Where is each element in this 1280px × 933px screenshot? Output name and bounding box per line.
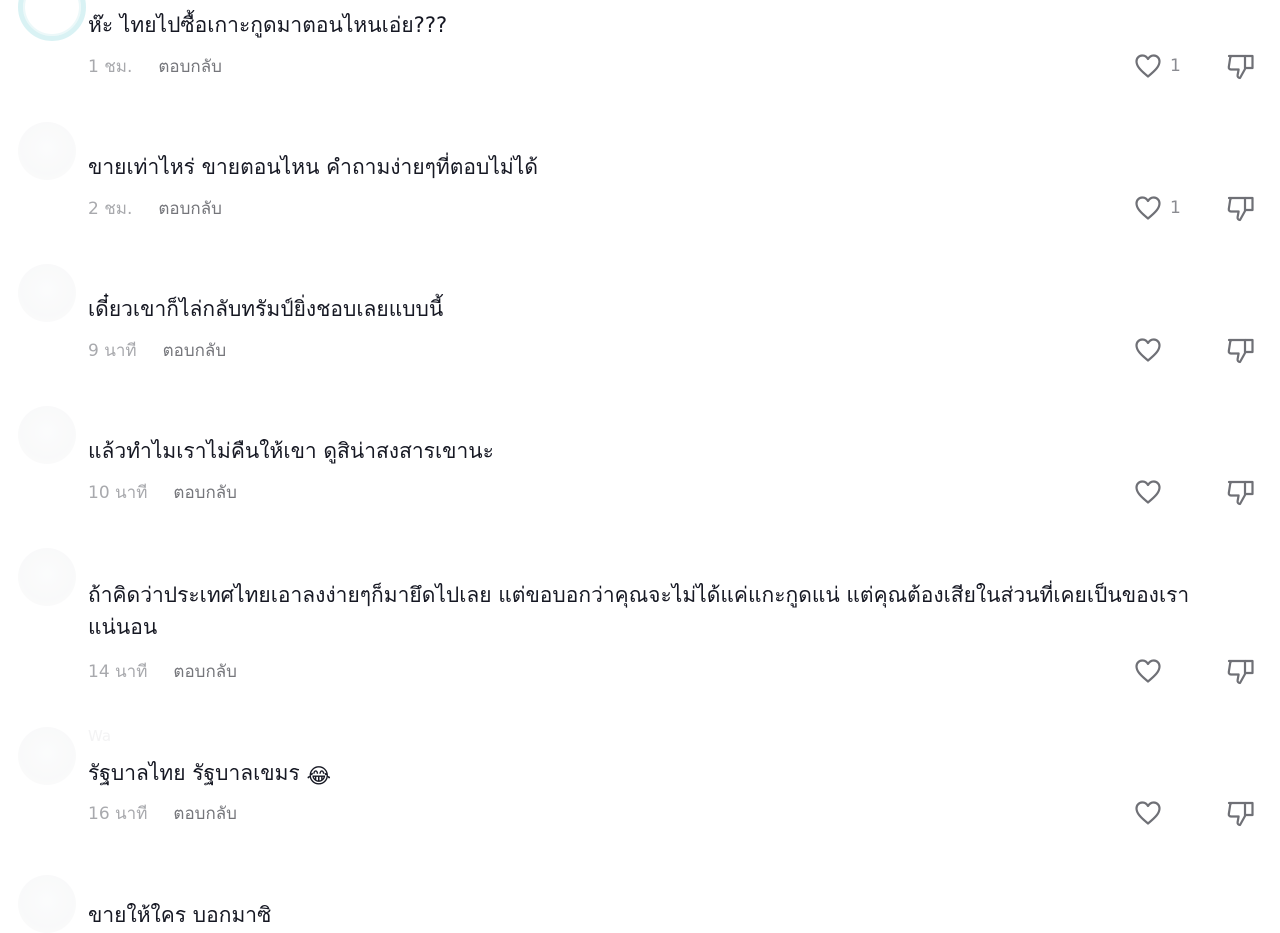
comment-meta: 14 นาที ตอบกลับ [88, 657, 237, 685]
comment-meta: 10 นาที ตอบกลับ [88, 478, 237, 506]
comment-text: ขายให้ใคร บอกมาซิ [88, 903, 272, 927]
comment-text: ขายเท่าไหร่ ขายตอนไหน คำถามง่ายๆที่ตอบไม… [88, 155, 538, 179]
reply-button[interactable]: ตอบกลับ [158, 53, 222, 80]
comment-text: แล้วทำไมเราไม่คืนให้เขา ดูสิน่าสงสารเขาน… [88, 439, 494, 463]
comment-time: 16 นาที [88, 803, 148, 824]
heart-outline-icon [1135, 801, 1161, 825]
avatar[interactable] [18, 264, 76, 322]
comment-text: เดี๋ยวเขาก็ไล่กลับทรัมป์ยิ่งชอบเลยแบบนี้ [88, 297, 444, 321]
heart-outline-icon [1135, 480, 1161, 504]
comment-username[interactable]: Wa [88, 727, 111, 745]
dislike-button[interactable] [1226, 477, 1256, 507]
like-button[interactable] [1134, 657, 1170, 685]
thumbs-down-icon [1227, 54, 1254, 80]
heart-outline-icon [1135, 338, 1161, 362]
dislike-button[interactable] [1226, 51, 1256, 81]
comment-list: ห๊ะ ไทยไปซื้อเกาะกูดมาตอนไหนเอ่ย??? 1 ชม… [0, 0, 1280, 933]
reply-button[interactable]: ตอบกลับ [173, 479, 237, 506]
avatar[interactable] [18, 406, 76, 464]
like-count: 1 [1170, 56, 1181, 76]
like-count: 1 [1170, 198, 1181, 218]
dislike-button[interactable] [1226, 193, 1256, 223]
like-button[interactable] [1134, 799, 1170, 827]
comment-time: 1 ชม. [88, 56, 133, 77]
avatar[interactable] [18, 122, 76, 180]
avatar[interactable] [18, 727, 76, 785]
laughing-emoji-icon: 😂 [306, 764, 331, 788]
comment-text: ถ้าคิดว่าประเทศไทยเอาลงง่ายๆก็มายึดไปเลย… [88, 583, 1190, 639]
thumbs-down-icon [1227, 338, 1254, 364]
comment-text: รัฐบาลไทย รัฐบาลเขมร 😂 [88, 757, 1260, 792]
like-button[interactable]: 1 [1134, 194, 1181, 222]
thumbs-down-icon [1227, 659, 1254, 685]
avatar[interactable] [18, 0, 86, 41]
heart-outline-icon [1135, 54, 1161, 78]
comment-text-content: รัฐบาลไทย รัฐบาลเขมร [88, 761, 300, 785]
comment-meta: 9 นาที ตอบกลับ [88, 336, 226, 364]
reply-button[interactable]: ตอบกลับ [173, 658, 237, 685]
comment-meta: 1 ชม. ตอบกลับ [88, 52, 222, 80]
comment-time: 10 นาที [88, 482, 148, 503]
like-button[interactable] [1134, 336, 1170, 364]
thumbs-down-icon [1227, 196, 1254, 222]
like-button[interactable]: 1 [1134, 52, 1181, 80]
thumbs-down-icon [1227, 480, 1254, 506]
dislike-button[interactable] [1226, 335, 1256, 365]
reply-button[interactable]: ตอบกลับ [173, 800, 237, 827]
dislike-button[interactable] [1226, 798, 1256, 828]
like-button[interactable] [1134, 478, 1170, 506]
thumbs-down-icon [1227, 801, 1254, 827]
comment-meta: 2 ชม. ตอบกลับ [88, 194, 222, 222]
reply-button[interactable]: ตอบกลับ [158, 195, 222, 222]
heart-outline-icon [1135, 196, 1161, 220]
avatar[interactable] [18, 548, 76, 606]
avatar[interactable] [18, 875, 76, 933]
heart-outline-icon [1135, 659, 1161, 683]
comment-text: ห๊ะ ไทยไปซื้อเกาะกูดมาตอนไหนเอ่ย??? [88, 13, 448, 37]
comment-time: 9 นาที [88, 340, 137, 361]
comment-time: 14 นาที [88, 661, 148, 682]
dislike-button[interactable] [1226, 656, 1256, 686]
comment-time: 2 ชม. [88, 198, 133, 219]
comment-meta: 16 นาที ตอบกลับ [88, 799, 237, 827]
reply-button[interactable]: ตอบกลับ [163, 337, 227, 364]
